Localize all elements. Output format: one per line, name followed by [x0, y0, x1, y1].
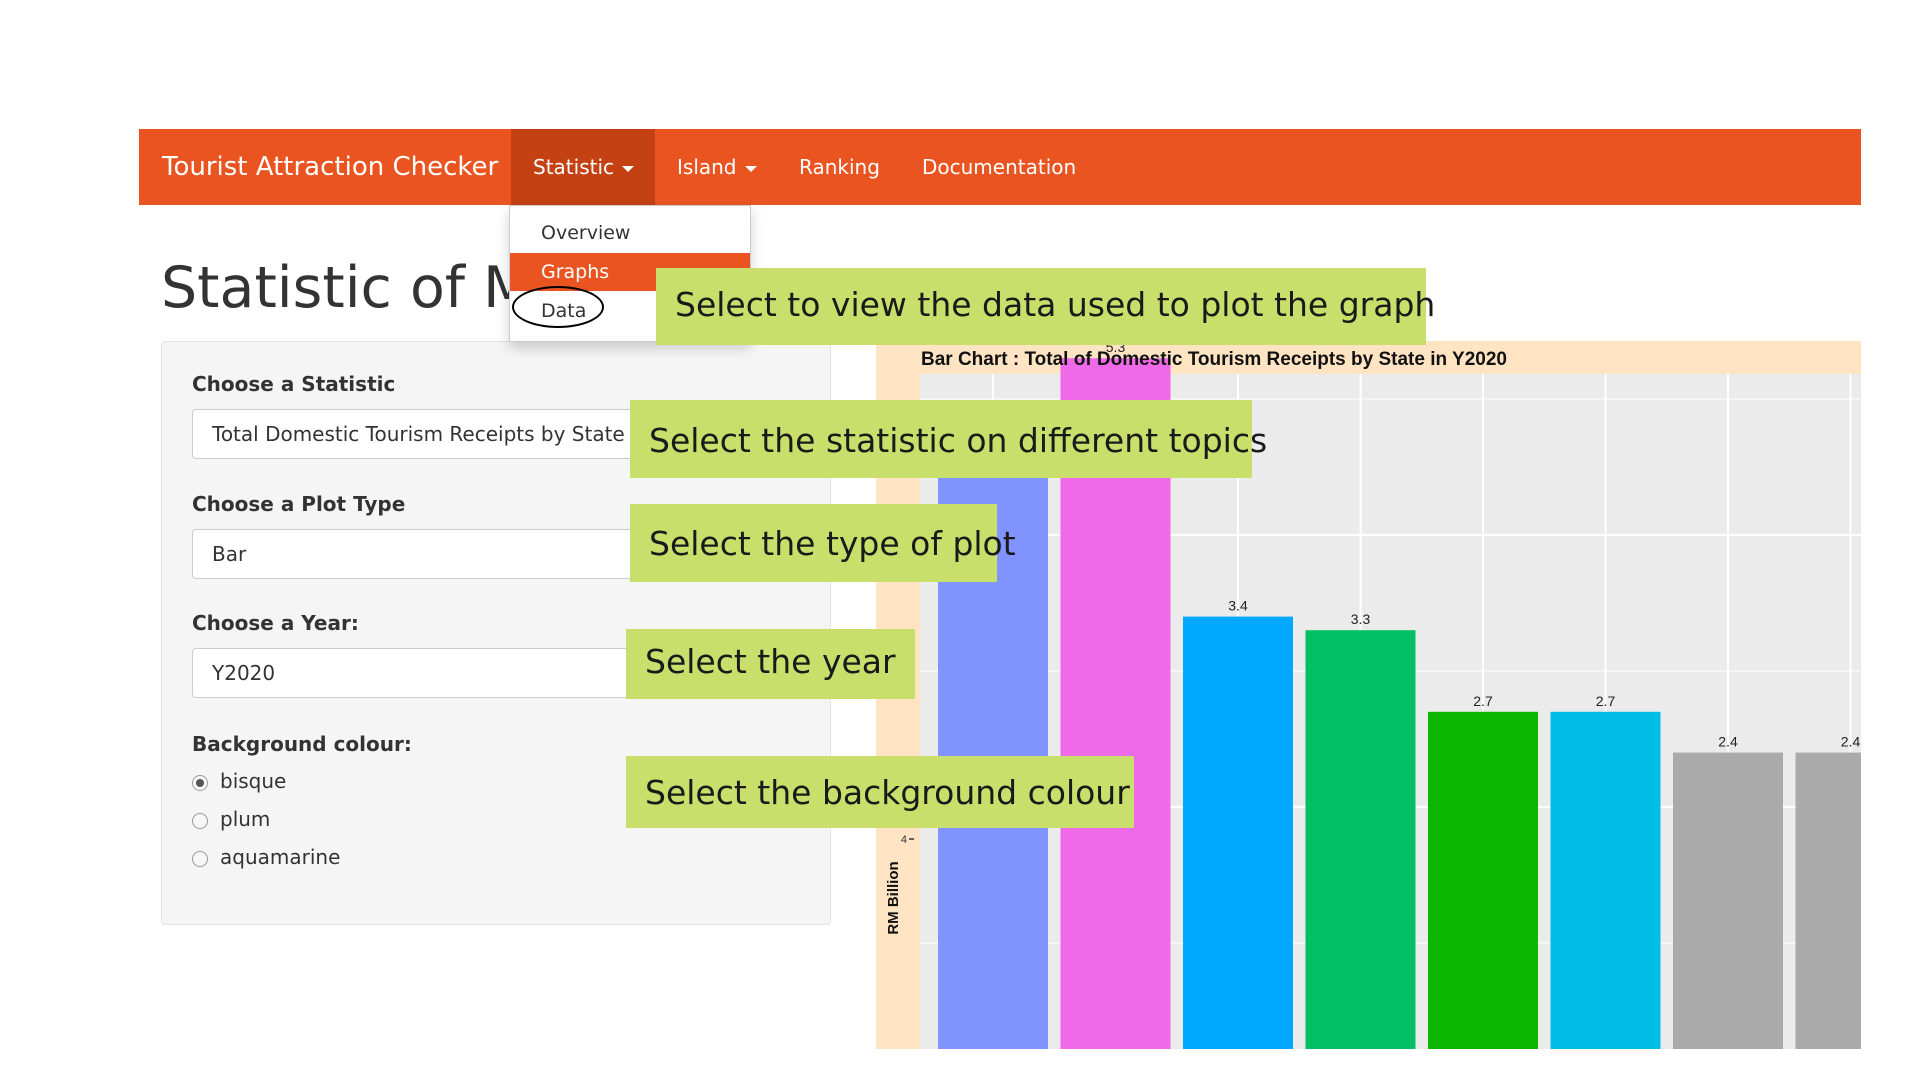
bar: [1673, 752, 1783, 1049]
chart-title: Bar Chart : Total of Domestic Tourism Re…: [921, 349, 1507, 370]
radio-bisque[interactable]: bisque: [192, 769, 286, 799]
radio-unchecked-icon[interactable]: [192, 812, 208, 829]
callout-background: Select the background colour: [626, 756, 1134, 828]
callout-year: Select the year: [626, 629, 915, 699]
caret-down-icon: [622, 165, 635, 172]
bar: [1305, 630, 1416, 1049]
statistic-label: Choose a Statistic: [192, 372, 396, 396]
year-label: Choose a Year:: [192, 611, 359, 635]
statistic-select[interactable]: Total Domestic Tourism Receipts by State: [192, 409, 652, 459]
dropdown-item-overview[interactable]: Overview: [510, 214, 750, 252]
bar: [1795, 752, 1861, 1049]
nav-statistic[interactable]: Statistic: [511, 129, 655, 205]
brand-title[interactable]: Tourist Attraction Checker: [162, 129, 498, 205]
bar-value-label: 2.4: [1841, 734, 1861, 750]
nav-ranking-label: Ranking: [799, 155, 880, 179]
radio-aquamarine[interactable]: aquamarine: [192, 845, 340, 875]
bar: [1550, 711, 1661, 1049]
caret-down-icon: [744, 165, 757, 172]
year-select[interactable]: Y2020: [192, 648, 652, 698]
callout-data: Select to view the data used to plot the…: [656, 268, 1435, 345]
radio-plum[interactable]: plum: [192, 807, 270, 837]
nav-documentation-label: Documentation: [922, 155, 1077, 179]
background-colour-label: Background colour:: [192, 732, 412, 756]
nav-ranking[interactable]: Ranking: [799, 129, 880, 205]
callout-plot-type: Select the type of plot: [630, 504, 1016, 582]
nav-statistic-label: Statistic: [533, 155, 615, 179]
bar-value-label: 2.7: [1473, 693, 1493, 709]
bar-value-label: 3.3: [1351, 611, 1371, 627]
bar-value-label: 2.7: [1596, 693, 1616, 709]
callout-statistic: Select the statistic on different topics: [630, 400, 1267, 478]
page-title: Statistic of Ma: [161, 255, 568, 321]
radio-unchecked-icon[interactable]: [192, 850, 208, 867]
plot-type-label: Choose a Plot Type: [192, 492, 406, 516]
radio-label: plum: [220, 807, 271, 831]
navbar: Tourist Attraction Checker Statistic Isl…: [139, 129, 1861, 205]
highlight-circle: [512, 286, 604, 328]
bar: [1183, 616, 1293, 1049]
y-tick-label: 4: [901, 834, 907, 846]
bar-value-label: 2.4: [1718, 734, 1738, 750]
nav-island[interactable]: Island: [677, 129, 757, 205]
plot-type-select[interactable]: Bar: [192, 529, 652, 579]
radio-label: bisque: [220, 769, 287, 793]
radio-checked-icon[interactable]: [192, 774, 208, 791]
bar-value-label: 3.4: [1228, 598, 1248, 614]
radio-label: aquamarine: [220, 845, 341, 869]
bar: [938, 401, 1048, 1049]
bar: [1428, 711, 1538, 1049]
nav-island-label: Island: [677, 155, 737, 179]
nav-documentation[interactable]: Documentation: [922, 129, 1076, 205]
y-axis-label: RM Billion: [885, 861, 902, 934]
